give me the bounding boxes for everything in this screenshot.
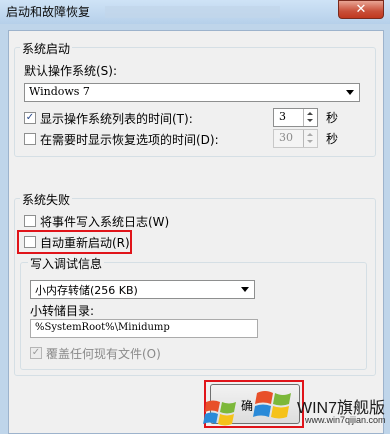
show-os-list-label: 显示操作系统列表的时间(T):: [40, 112, 193, 126]
chevron-down-icon: [346, 90, 354, 95]
watermark: WIN7旗舰版 www.win7qijian.com: [245, 378, 390, 434]
spinner-buttons[interactable]: [303, 130, 317, 147]
overwrite-checkbox[interactable]: ✓: [30, 347, 42, 359]
recovery-time-value: 30: [279, 131, 293, 144]
debug-type-value: 小内存转储(256 KB): [35, 284, 138, 297]
show-recovery-checkbox[interactable]: [24, 133, 36, 145]
debug-info-title: 写入调试信息: [28, 255, 105, 272]
close-button[interactable]: ✕: [338, 0, 384, 19]
spin-up-icon: [307, 112, 313, 115]
window-title: 启动和故障恢复: [6, 5, 91, 19]
os-list-time-unit: 秒: [326, 111, 339, 125]
spin-down-icon: [307, 119, 313, 122]
os-list-time-value: 3: [279, 110, 286, 123]
write-event-label: 将事件写入系统日志(W): [40, 215, 170, 229]
close-icon: ✕: [355, 2, 367, 17]
dump-dir-input[interactable]: %SystemRoot%\Minidump: [30, 319, 258, 338]
recovery-time-spinner[interactable]: 30: [273, 129, 318, 148]
dump-dir-label: 小转储目录:: [30, 304, 95, 318]
watermark-url: www.win7qijian.com: [305, 415, 386, 425]
auto-restart-label: 自动重新启动(R): [40, 236, 130, 250]
spin-up-icon: [307, 133, 313, 136]
dump-dir-value: %SystemRoot%\Minidump: [35, 322, 170, 333]
overwrite-label: 覆盖任何现有文件(O): [46, 347, 161, 361]
recovery-time-unit: 秒: [326, 132, 339, 146]
blurred-title-area: [105, 6, 280, 18]
startup-group-title: 系统启动: [20, 40, 73, 57]
default-os-select[interactable]: Windows 7: [24, 83, 360, 102]
debug-type-select[interactable]: 小内存转储(256 KB): [30, 280, 255, 299]
default-os-value: Windows 7: [29, 85, 90, 98]
spinner-buttons[interactable]: [303, 109, 317, 126]
windows-logo-icon: [203, 400, 236, 426]
write-event-checkbox[interactable]: [24, 215, 36, 227]
windows-logo-icon: [253, 391, 291, 419]
default-os-label: 默认操作系统(S):: [24, 64, 118, 78]
show-os-list-checkbox[interactable]: ✓: [24, 112, 36, 124]
spin-down-icon: [307, 140, 313, 143]
auto-restart-checkbox[interactable]: [24, 236, 36, 248]
show-recovery-label: 在需要时显示恢复选项的时间(D):: [40, 133, 219, 147]
failure-group-title: 系统失败: [20, 191, 73, 208]
os-list-time-spinner[interactable]: 3: [273, 108, 318, 127]
chevron-down-icon: [241, 287, 249, 292]
